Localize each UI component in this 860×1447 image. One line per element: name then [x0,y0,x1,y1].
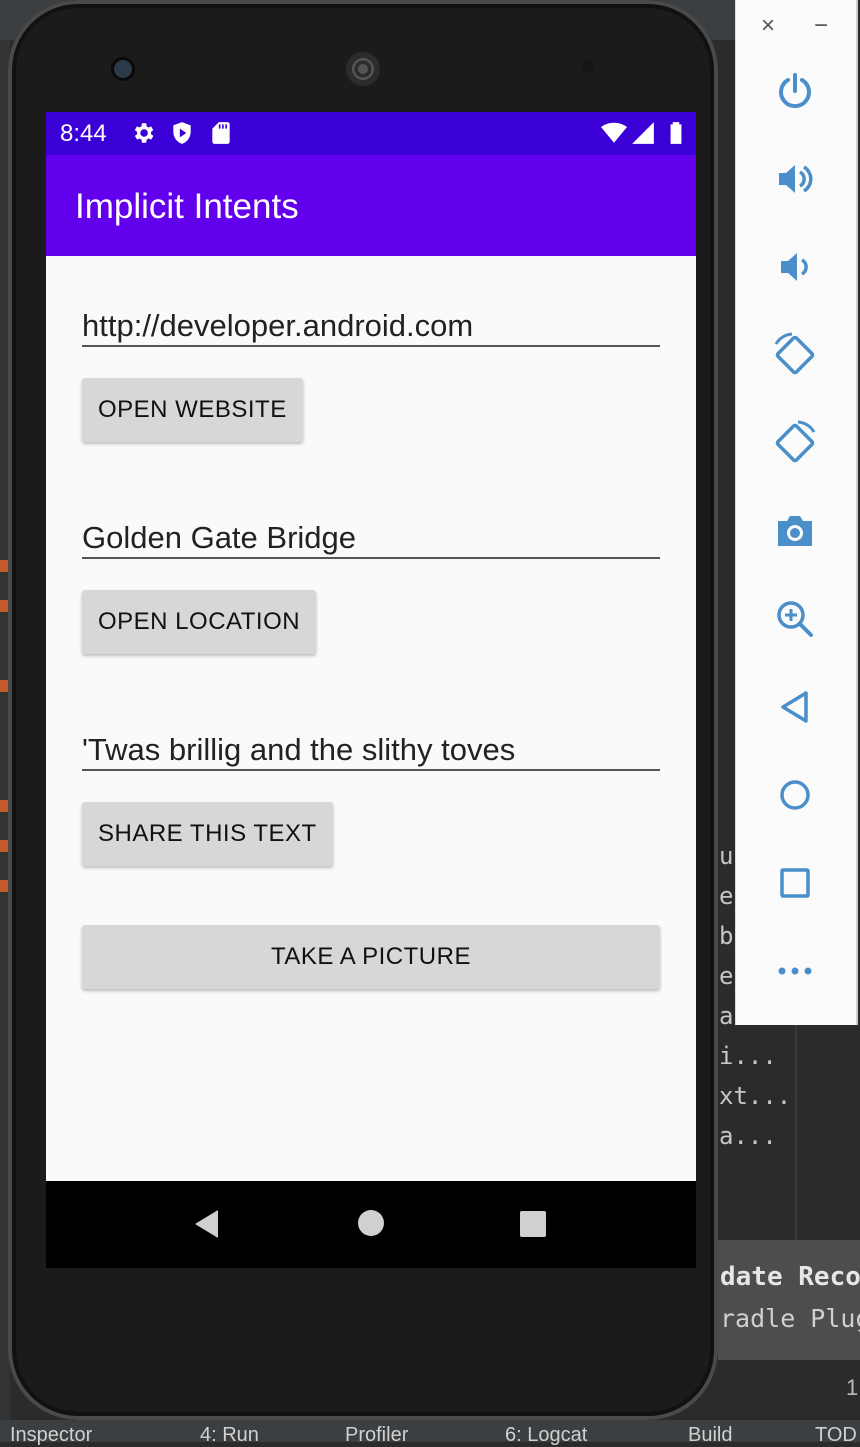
ide-gutter-marker [0,840,8,852]
ide-tab-logcat[interactable]: 6: Logcat [505,1424,587,1447]
location-field[interactable] [82,519,660,559]
notification-title: date Reco [720,1262,860,1292]
app-title: Implicit Intents [75,187,299,226]
website-field[interactable] [82,307,660,347]
emulator-toolbar: × − [735,0,858,1025]
overview-icon[interactable] [519,1210,547,1238]
app-bar: Implicit Intents [46,155,696,256]
proximity-sensor [582,60,594,72]
rotate-left-button[interactable] [771,331,819,379]
zoom-icon [777,601,813,637]
device-screen: 8:44 Implicit Intents http://developer.a… [46,112,696,1268]
rotate-left-icon [774,332,815,375]
share-field[interactable] [82,731,660,771]
ide-notification[interactable]: date Reco radle Plugi [718,1240,860,1360]
back-icon [781,691,808,723]
zoom-button[interactable] [771,595,819,643]
overview-icon [780,868,810,898]
camera-icon [778,516,812,546]
close-icon[interactable]: × [761,12,775,40]
home-icon[interactable] [357,1209,385,1237]
notification-subtitle: radle Plugi [720,1304,860,1333]
ide-tab-todo[interactable]: TOD [815,1424,857,1447]
share-text-button[interactable]: SHARE THIS TEXT [82,802,333,866]
rotate-right-button[interactable] [771,419,819,467]
ide-tab-build[interactable]: Build [688,1424,732,1447]
open-website-button[interactable]: OPEN WEBSITE [82,378,303,442]
ide-gutter-marker [0,560,8,572]
open-location-button[interactable]: OPEN LOCATION [82,590,317,654]
location-input[interactable] [82,519,660,557]
earpiece-speaker [346,52,380,86]
shield-icon [173,122,191,144]
emulator-back-button[interactable] [771,683,819,731]
more-options-button[interactable] [771,947,819,995]
ide-tab-inspector[interactable]: Inspector [10,1424,92,1447]
ide-gutter-marker [0,800,8,812]
screenshot-button[interactable] [771,507,819,555]
ide-text: e [719,882,734,910]
signal-icon [632,122,654,144]
website-input[interactable] [82,307,660,345]
ide-gutter-marker [0,680,8,692]
more-icon [778,967,812,975]
volume-up-button[interactable] [771,155,819,203]
front-camera [114,60,132,78]
ide-text: i... [719,1042,777,1070]
share-input[interactable] [82,731,660,769]
volume-up-icon [779,165,813,193]
ide-gutter-marker [0,600,8,612]
ide-text: a... [719,1122,777,1150]
ide-page-number: 1 [846,1375,859,1400]
volume-down-button[interactable] [771,243,819,291]
ide-tab-run[interactable]: 4: Run [200,1424,259,1447]
sd-card-icon [212,122,230,144]
back-icon[interactable] [192,1208,222,1240]
ide-bottom-toolbar: Inspector 4: Run Profiler 6: Logcat Buil… [0,1420,860,1446]
settings-icon [134,123,154,143]
emulator-overview-button[interactable] [771,859,819,907]
power-button[interactable] [771,67,819,115]
ide-text: e [719,962,734,990]
power-icon [779,73,811,109]
ide-divider [795,1025,797,1240]
status-time: 8:44 [60,120,107,147]
wifi-icon [601,122,627,143]
ide-gutter-marker [0,880,8,892]
phone-frame: 8:44 Implicit Intents http://developer.a… [8,0,718,1420]
navigation-bar [46,1181,696,1268]
ide-tab-profiler[interactable]: Profiler [345,1424,408,1447]
home-icon [780,780,810,810]
battery-icon [670,122,682,144]
status-bar: 8:44 [46,112,696,155]
ide-text: xt... [719,1082,792,1110]
ide-text: b [719,922,734,950]
take-picture-button[interactable]: TAKE A PICTURE [82,925,660,989]
minimize-icon[interactable]: − [814,12,828,40]
volume-down-icon [781,253,808,281]
emulator-home-button[interactable] [771,771,819,819]
ide-text: a [719,1002,734,1030]
rotate-right-icon [775,420,816,463]
